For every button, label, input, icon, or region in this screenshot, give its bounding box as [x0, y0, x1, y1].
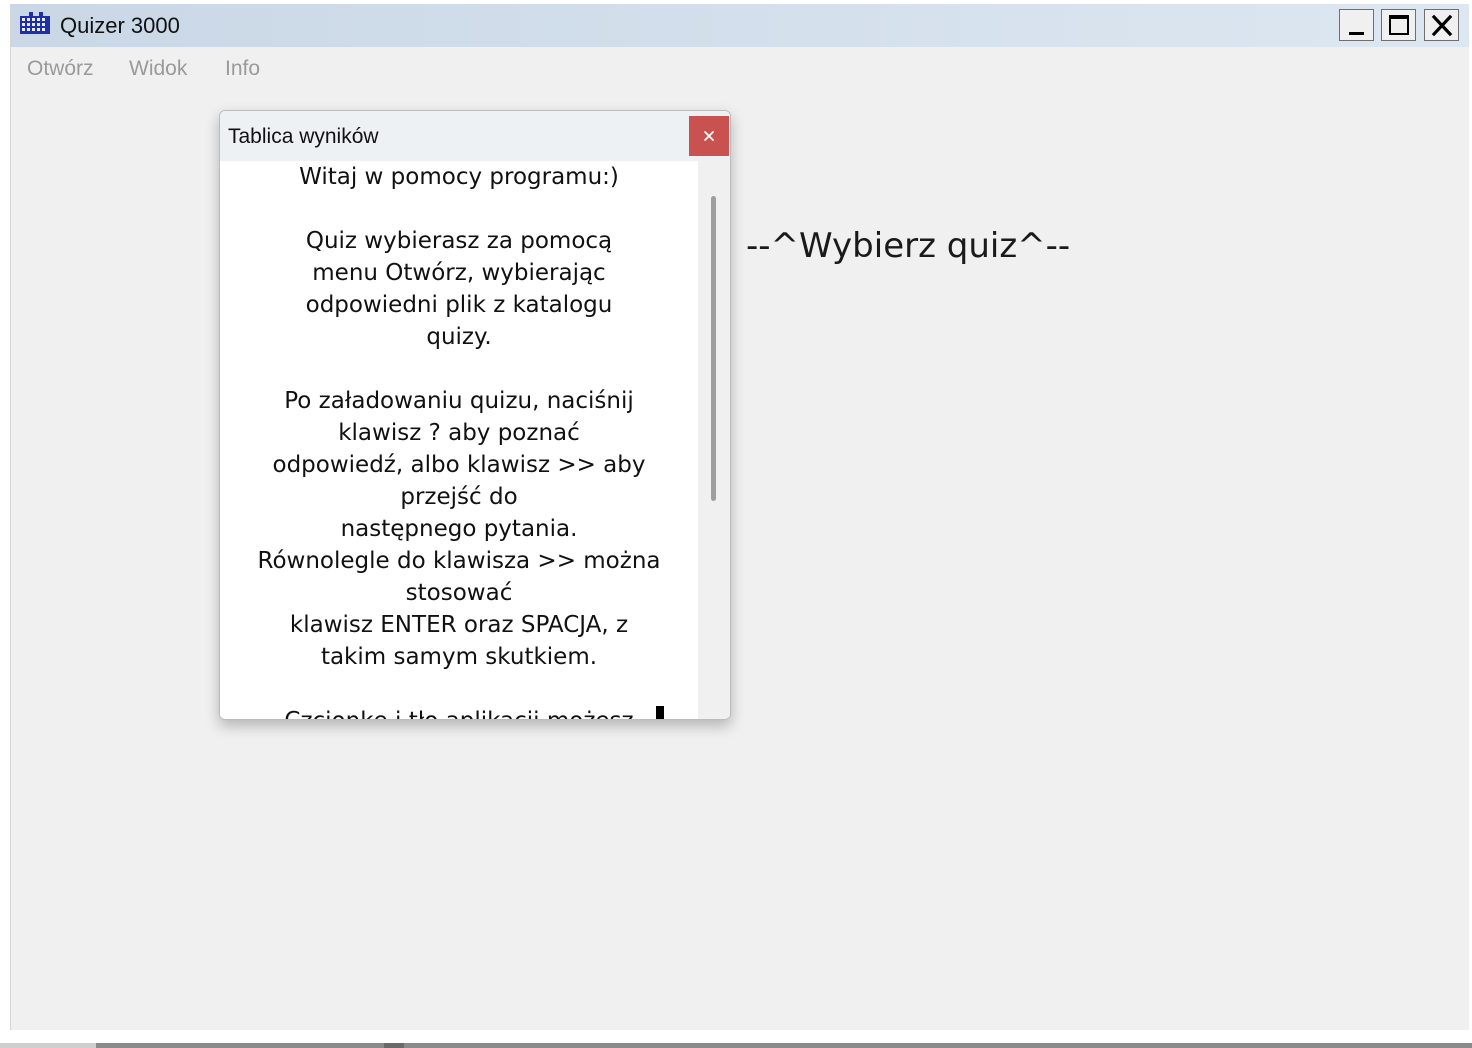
- maximize-button[interactable]: [1381, 9, 1416, 41]
- help-text: Witaj w pomocy programu:) Quiz wybierasz…: [257, 164, 661, 719]
- maximize-icon: [1389, 15, 1409, 35]
- dialog-title: Tablica wyników: [228, 125, 379, 148]
- close-button[interactable]: [1424, 9, 1459, 41]
- dialog-header[interactable]: Tablica wyników: [220, 111, 730, 161]
- app-icon: [20, 12, 50, 34]
- taskbar-segment: [384, 1043, 404, 1048]
- dialog-close-button[interactable]: [689, 116, 729, 156]
- taskbar-segment: [96, 1043, 384, 1048]
- app-window: Quizer 3000 Otwórz Widok Info Tablica wy…: [10, 4, 1469, 1030]
- scrollbar-thumb[interactable]: [711, 196, 716, 501]
- minimize-icon: [1349, 32, 1364, 35]
- taskbar-segment: [0, 1043, 96, 1048]
- title-bar[interactable]: Quizer 3000: [11, 4, 1469, 47]
- help-text-area[interactable]: Witaj w pomocy programu:) Quiz wybierasz…: [220, 161, 698, 719]
- help-dialog: Tablica wyników Witaj w pomocy programu:…: [219, 110, 731, 720]
- choose-quiz-prompt: --^Wybierz quiz^--: [746, 226, 1071, 266]
- vertical-scrollbar[interactable]: [698, 161, 730, 719]
- menu-open[interactable]: Otwórz: [27, 57, 94, 81]
- window-title: Quizer 3000: [60, 13, 180, 38]
- taskbar-segment: [404, 1043, 1472, 1048]
- minimize-button[interactable]: [1339, 9, 1374, 41]
- close-icon: [1431, 14, 1453, 37]
- text-caret: [656, 706, 664, 719]
- menu-info[interactable]: Info: [225, 57, 260, 81]
- close-icon: [704, 131, 714, 141]
- menu-bar: Otwórz Widok Info: [11, 47, 1469, 89]
- menu-view[interactable]: Widok: [129, 57, 187, 81]
